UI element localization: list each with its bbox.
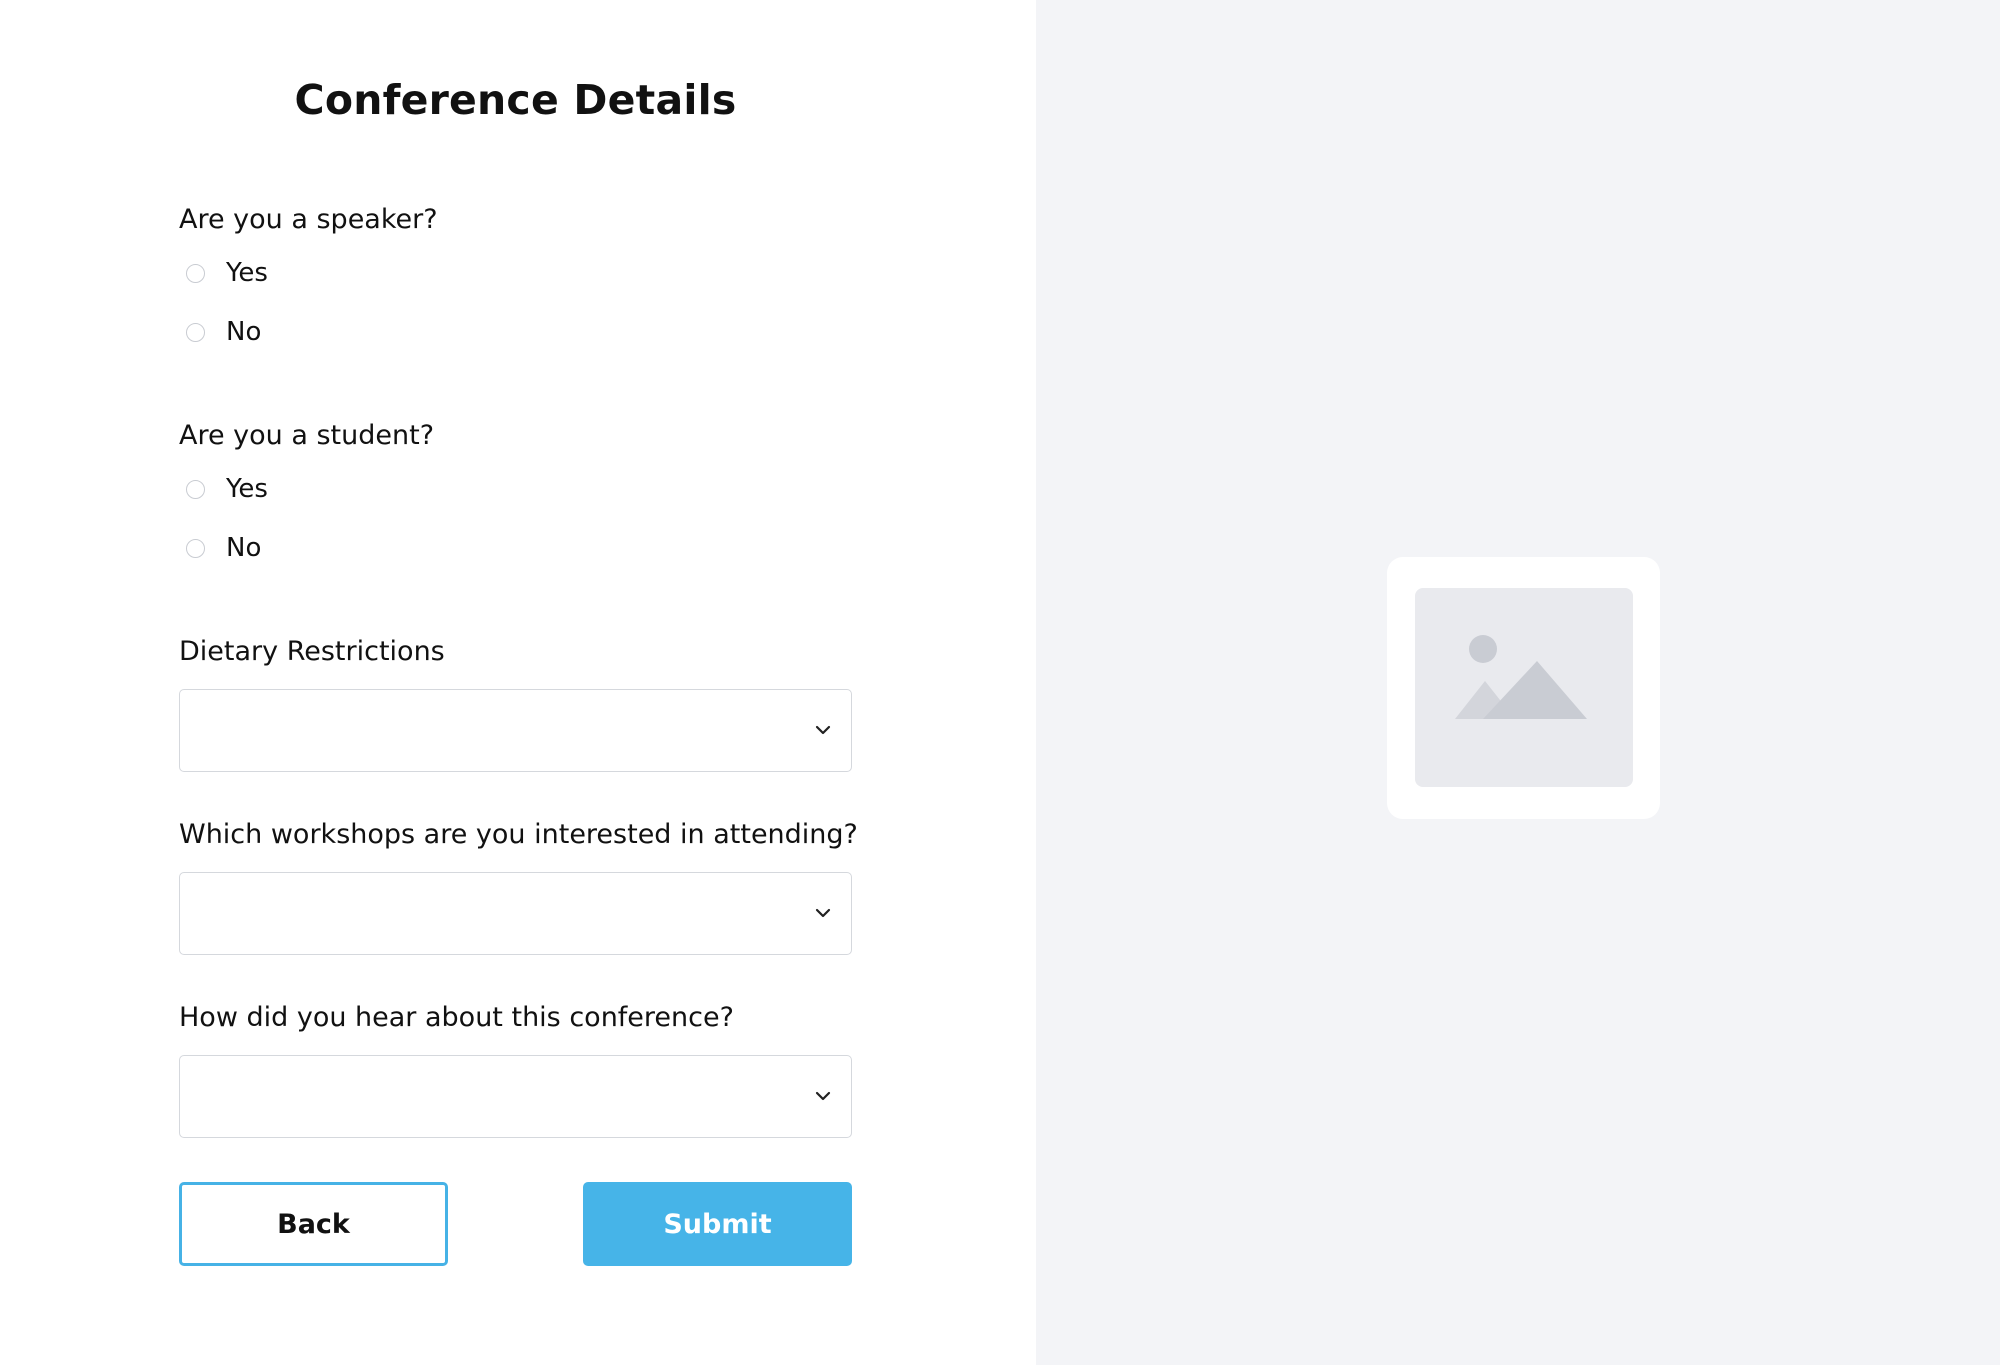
- student-option-yes[interactable]: Yes: [186, 472, 268, 506]
- referral-select[interactable]: [179, 1055, 852, 1138]
- student-yes-radio[interactable]: [186, 479, 205, 499]
- image-placeholder: [1387, 557, 1660, 819]
- workshops-select[interactable]: [179, 872, 852, 955]
- chevron-down-icon: [815, 908, 831, 918]
- form-panel: Conference Details Are you a speaker? Ye…: [0, 0, 1036, 1365]
- speaker-no-radio[interactable]: [186, 322, 205, 342]
- student-no-label: No: [226, 533, 262, 563]
- workshops-label: Which workshops are you interested in at…: [179, 819, 858, 850]
- speaker-yes-radio[interactable]: [186, 263, 205, 283]
- student-option-no[interactable]: No: [186, 531, 261, 565]
- speaker-yes-label: Yes: [226, 258, 268, 288]
- student-yes-label: Yes: [226, 474, 268, 504]
- speaker-no-label: No: [226, 317, 262, 347]
- image-placeholder-icon: [1415, 588, 1633, 787]
- speaker-option-no[interactable]: No: [186, 315, 261, 349]
- student-no-radio[interactable]: [186, 538, 205, 558]
- chevron-down-icon: [815, 725, 831, 735]
- chevron-down-icon: [815, 1091, 831, 1101]
- page: Conference Details Are you a speaker? Ye…: [0, 0, 2000, 1365]
- dietary-select[interactable]: [179, 689, 852, 772]
- dietary-label: Dietary Restrictions: [179, 636, 445, 667]
- student-question-label: Are you a student?: [179, 420, 435, 451]
- submit-button[interactable]: Submit: [583, 1182, 852, 1266]
- speaker-question-label: Are you a speaker?: [179, 204, 438, 235]
- back-button[interactable]: Back: [179, 1182, 448, 1266]
- referral-label: How did you hear about this conference?: [179, 1002, 734, 1033]
- page-title: Conference Details: [294, 76, 737, 124]
- speaker-option-yes[interactable]: Yes: [186, 256, 268, 290]
